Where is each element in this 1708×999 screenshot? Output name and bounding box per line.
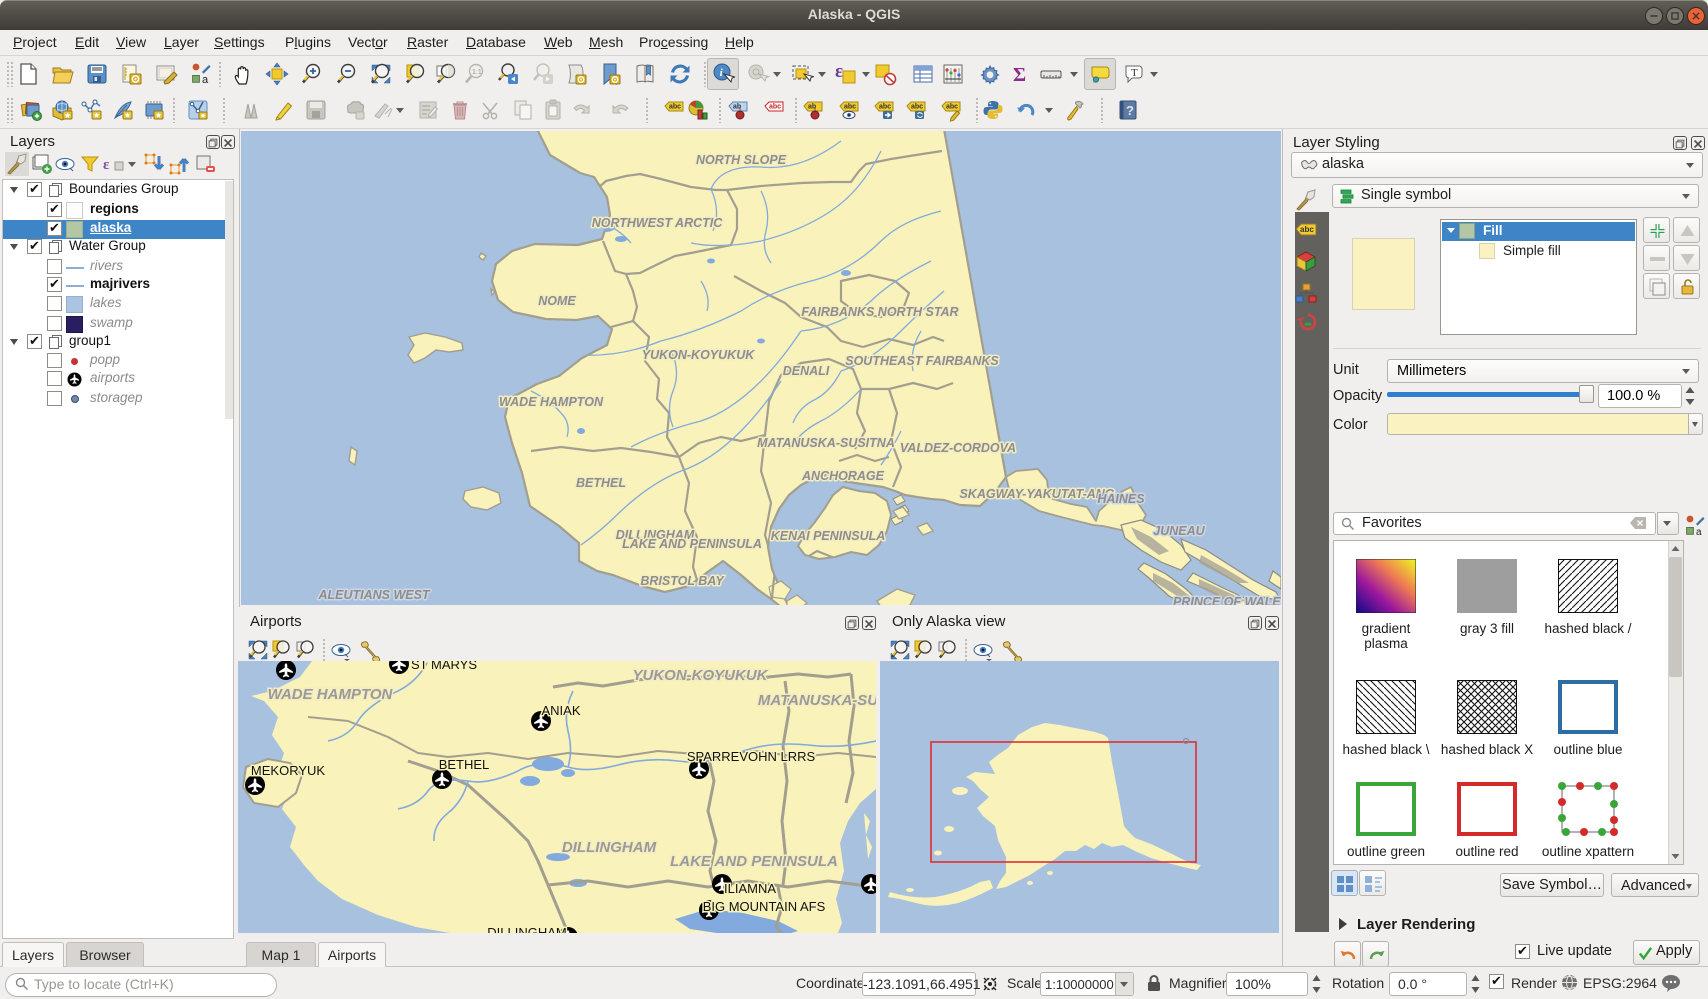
- svg-text:HAINES: HAINES: [1097, 492, 1145, 506]
- svg-text:LAKE AND PENINSULA: LAKE AND PENINSULA: [622, 537, 762, 551]
- svg-text:abc: abc: [669, 104, 681, 111]
- svg-text:FAIRBANKS NORTH STAR: FAIRBANKS NORTH STAR: [801, 305, 958, 319]
- svg-text:abc: abc: [879, 104, 891, 111]
- svg-text:abc: abc: [911, 104, 923, 111]
- svg-text:LAKE AND PENINSULA: LAKE AND PENINSULA: [670, 853, 838, 870]
- svg-text:a: a: [1696, 527, 1702, 537]
- svg-text:NORTHWEST ARCTIC: NORTHWEST ARCTIC: [592, 216, 724, 230]
- svg-text:BETHEL: BETHEL: [576, 476, 626, 490]
- svg-text:?: ?: [1126, 103, 1134, 118]
- svg-text:Σ: Σ: [1013, 64, 1026, 86]
- svg-text:MEKORYUK: MEKORYUK: [251, 763, 325, 778]
- svg-text:YUKON-KOYUKUK: YUKON-KOYUKUK: [633, 667, 769, 684]
- svg-text:KENAI PENINSULA: KENAI PENINSULA: [771, 529, 886, 543]
- svg-text:NOME: NOME: [538, 294, 576, 308]
- svg-text:WADE HAMPTON: WADE HAMPTON: [268, 686, 394, 703]
- svg-text:SOUTHEAST FAIRBANKS: SOUTHEAST FAIRBANKS: [845, 354, 999, 368]
- svg-text:BRISTOL BAY: BRISTOL BAY: [640, 574, 725, 588]
- svg-text:abc: abc: [946, 104, 958, 111]
- svg-text:1:1: 1:1: [472, 69, 482, 76]
- svg-text:ALEUTIANS WEST: ALEUTIANS WEST: [317, 588, 430, 602]
- svg-text:MATANUSKA-SUSITNA: MATANUSKA-SUSITNA: [757, 436, 895, 450]
- svg-text:ANIAK: ANIAK: [541, 703, 580, 718]
- svg-text:abc: abc: [769, 104, 781, 111]
- svg-text:a: a: [202, 74, 209, 86]
- svg-text:VALDEZ-CORDOVA: VALDEZ-CORDOVA: [900, 441, 1016, 455]
- svg-text:ST MARYS: ST MARYS: [411, 661, 477, 672]
- svg-text:DENALI: DENALI: [783, 364, 830, 378]
- svg-text:YUKON-KOYUKUK: YUKON-KOYUKUK: [642, 348, 755, 362]
- svg-text:ANCHORAGE: ANCHORAGE: [801, 469, 885, 483]
- svg-text:ε: ε: [835, 62, 843, 82]
- svg-text:abc: abc: [844, 104, 856, 111]
- svg-text:abc: abc: [1300, 225, 1314, 234]
- svg-text:BETHEL: BETHEL: [439, 757, 490, 772]
- svg-text:ILIAMNA: ILIAMNA: [724, 881, 776, 896]
- svg-text:T: T: [1131, 67, 1138, 79]
- svg-text:WADE HAMPTON: WADE HAMPTON: [499, 395, 604, 409]
- svg-text:MATANUSKA-SUS: MATANUSKA-SUS: [758, 692, 876, 709]
- svg-text:PRINCE OF WALES: PRINCE OF WALES: [1173, 595, 1281, 605]
- svg-text:SPARREVOHN LRRS: SPARREVOHN LRRS: [687, 749, 816, 764]
- svg-text:DILLINGHAM: DILLINGHAM: [487, 925, 566, 933]
- svg-text:ε: ε: [103, 157, 110, 173]
- svg-text:BIG MOUNTAIN AFS: BIG MOUNTAIN AFS: [703, 899, 826, 914]
- svg-text:DILLINGHAM: DILLINGHAM: [562, 839, 657, 856]
- svg-text:NORTH SLOPE: NORTH SLOPE: [696, 153, 787, 167]
- svg-text:JUNEAU: JUNEAU: [1153, 524, 1205, 538]
- svg-text:SKAGWAY-YAKUTAT-ANG: SKAGWAY-YAKUTAT-ANG: [959, 487, 1114, 501]
